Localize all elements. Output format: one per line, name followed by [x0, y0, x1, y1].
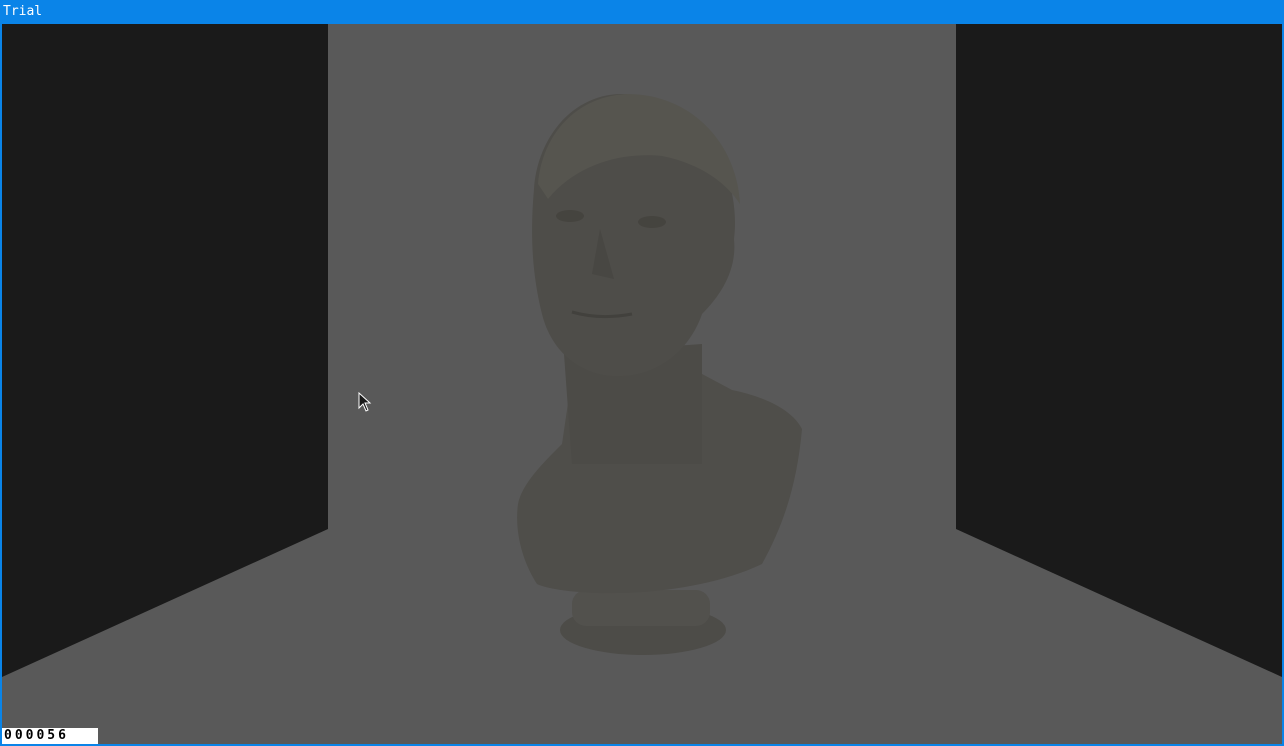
bust-right-eye	[638, 216, 666, 228]
right-wall	[956, 24, 1282, 677]
bust-left-eye	[556, 210, 584, 222]
window-title: Trial	[3, 4, 43, 19]
bust-pedestal-neck	[572, 590, 710, 626]
window-title-bar[interactable]: Trial	[0, 0, 1284, 24]
mouse-pointer-icon	[358, 391, 372, 417]
left-wall	[2, 24, 328, 677]
marble-bust	[517, 94, 802, 655]
3d-scene	[2, 24, 1282, 677]
frame-counter: 000056	[2, 728, 98, 744]
render-viewport[interactable]: 000056	[2, 24, 1282, 744]
application-window: Trial 000056	[0, 0, 1284, 746]
